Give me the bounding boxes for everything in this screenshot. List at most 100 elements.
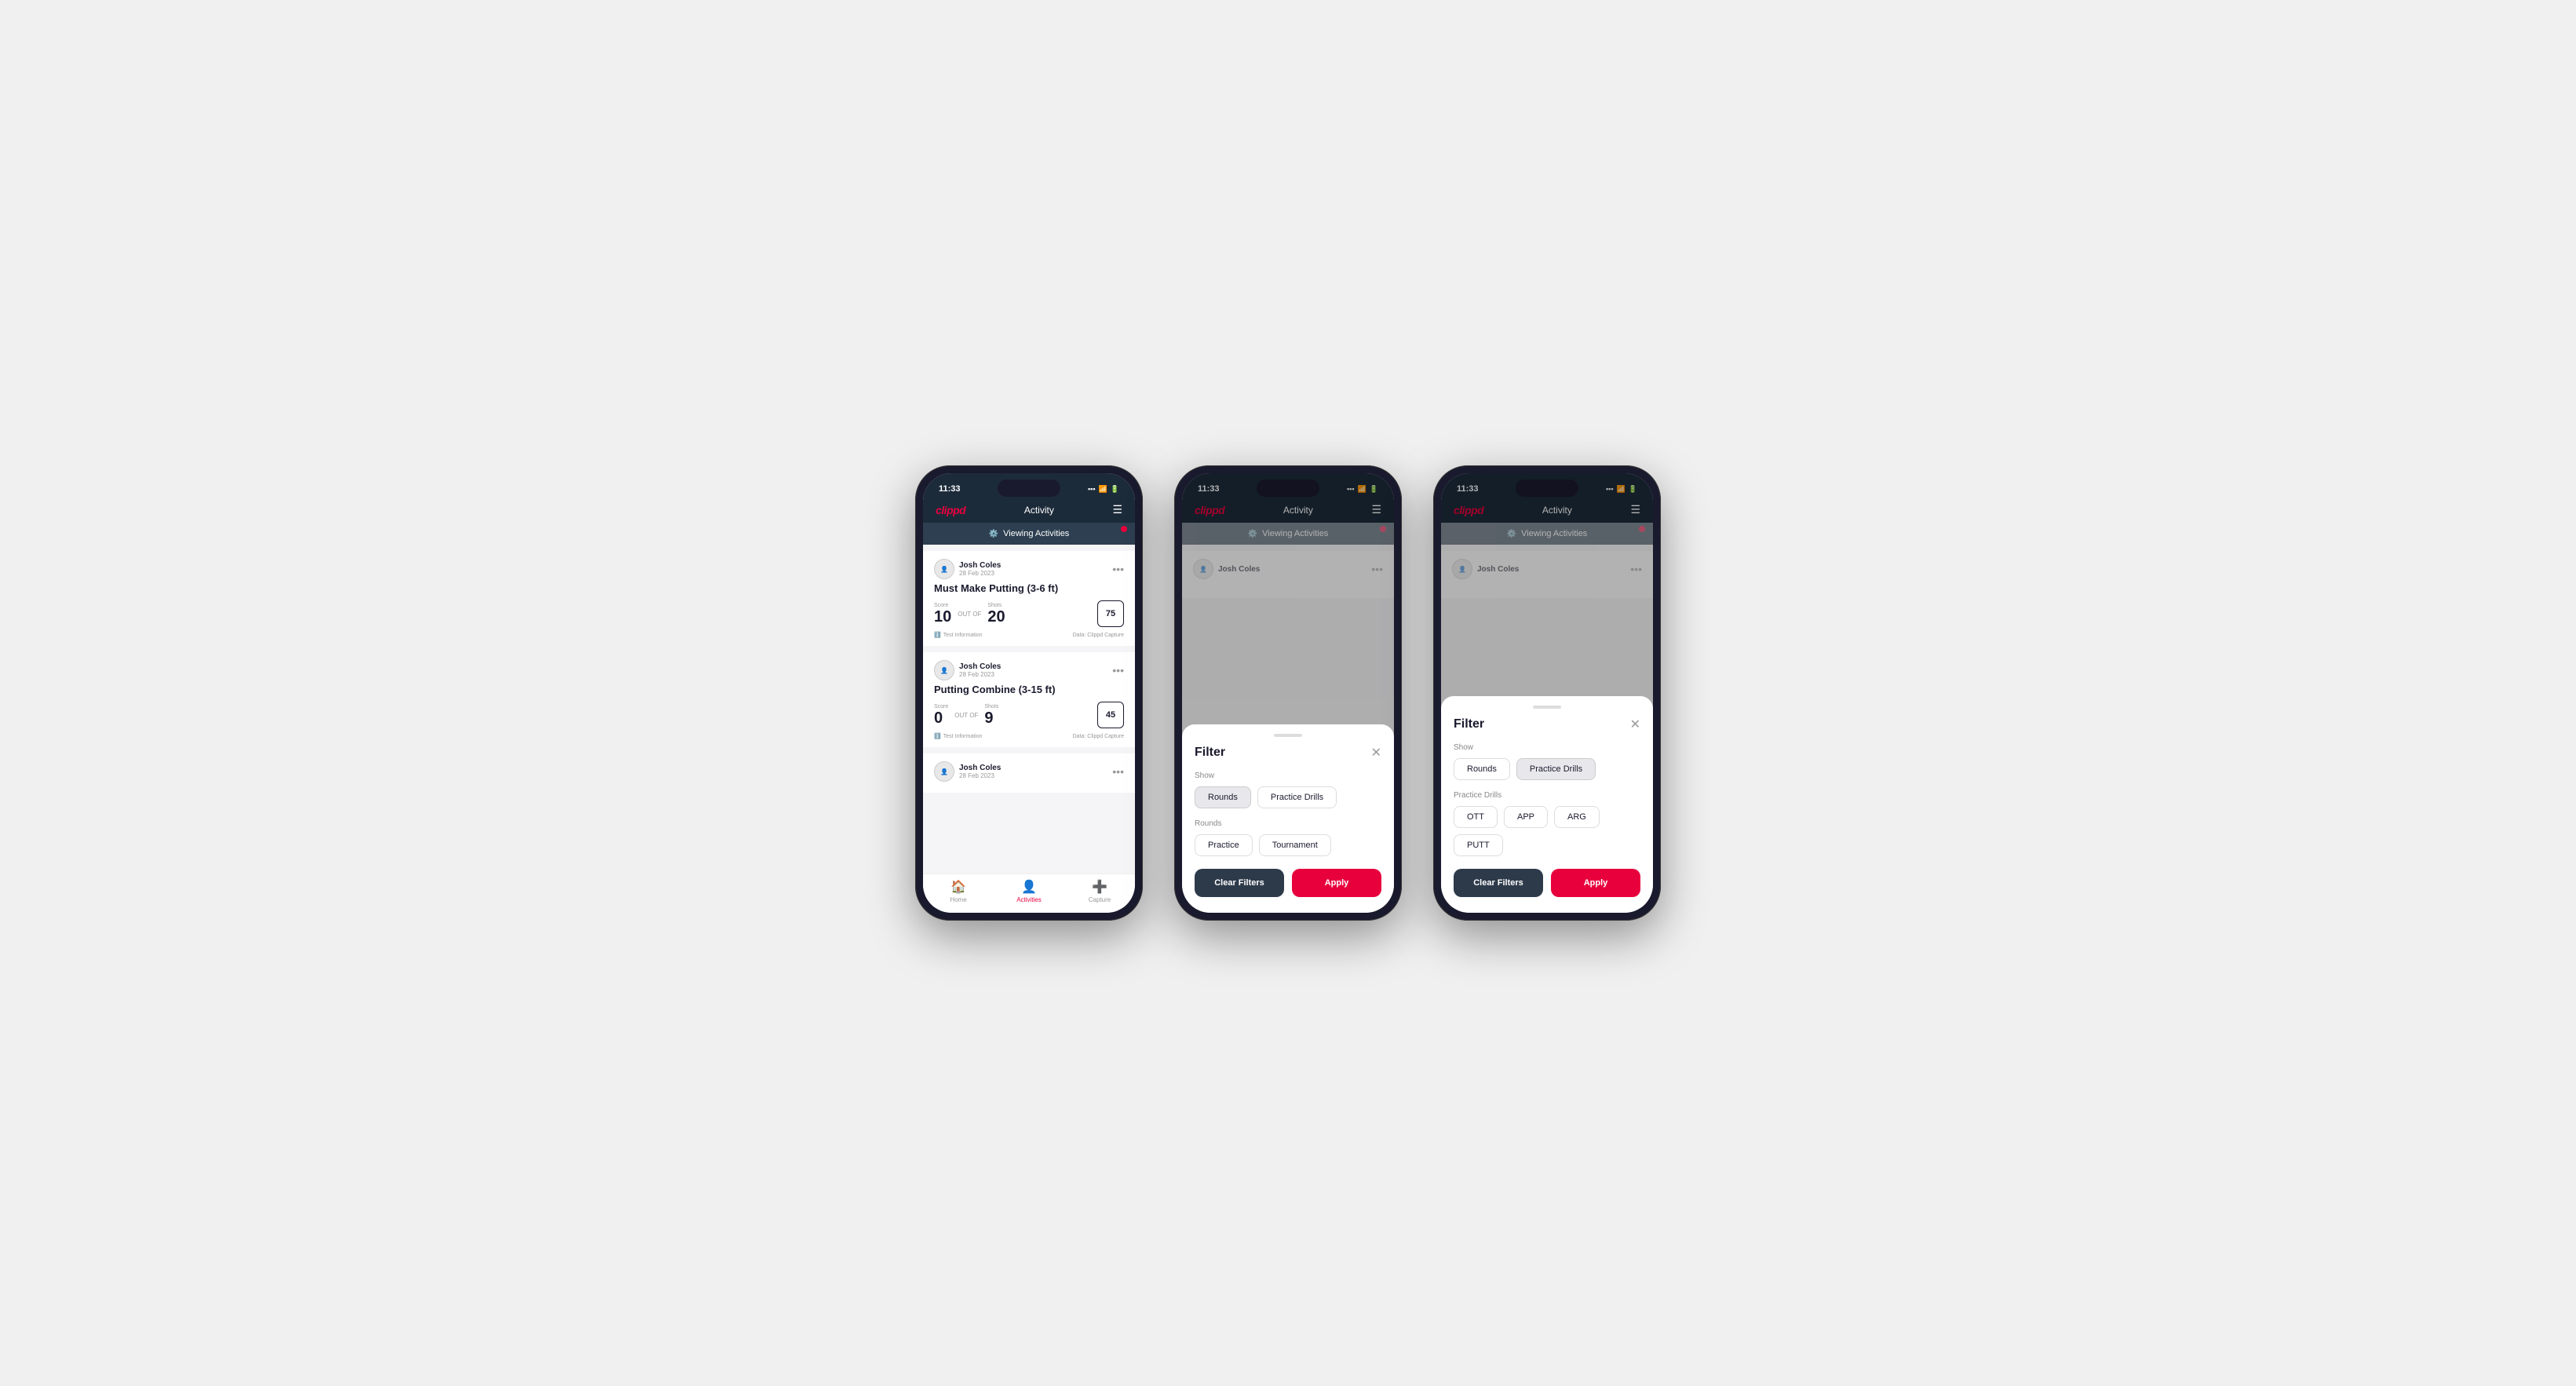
tournament-btn-2[interactable]: Tournament bbox=[1259, 834, 1331, 856]
app-btn-3[interactable]: APP bbox=[1504, 806, 1548, 828]
practice-round-btn-2[interactable]: Practice bbox=[1195, 834, 1253, 856]
nav-item-capture[interactable]: ➕ Capture bbox=[1064, 879, 1135, 903]
phone-2-screen: 11:33 ▪▪▪ 📶 🔋 clippd Activity ☰ ⚙️ Viewi… bbox=[1182, 473, 1394, 913]
user-details-1: Josh Coles 28 Feb 2023 bbox=[959, 561, 1001, 577]
modal-header-2: Filter ✕ bbox=[1195, 745, 1381, 760]
shots-label-2: Shots bbox=[984, 704, 998, 709]
avatar-inner-1: 👤 bbox=[935, 560, 954, 578]
home-label: Home bbox=[950, 896, 966, 903]
score-label-2: Score bbox=[934, 704, 948, 709]
shots-group-2: Shots 9 bbox=[984, 704, 998, 727]
show-label-3: Show bbox=[1454, 743, 1640, 752]
user-date-3: 28 Feb 2023 bbox=[959, 772, 1001, 779]
data-source-1: Data: Clippd Capture bbox=[1073, 633, 1124, 638]
show-buttons-2: Rounds Practice Drills bbox=[1195, 786, 1381, 808]
filter-icon-1: ⚙️ bbox=[989, 530, 998, 538]
rounds-btn-2[interactable]: Rounds bbox=[1195, 786, 1251, 808]
dynamic-island-1 bbox=[998, 480, 1060, 497]
user-info-3: 👤 Josh Coles 28 Feb 2023 bbox=[934, 761, 1001, 782]
capture-icon: ➕ bbox=[1092, 879, 1107, 895]
clear-filters-btn-3[interactable]: Clear Filters bbox=[1454, 869, 1543, 897]
activity-card-1: 👤 Josh Coles 28 Feb 2023 ••• Must Make P… bbox=[923, 551, 1135, 646]
ott-btn-3[interactable]: OTT bbox=[1454, 806, 1498, 828]
avatar-inner-3: 👤 bbox=[935, 762, 954, 781]
nav-bar-1: clippd Activity ☰ bbox=[923, 498, 1135, 523]
shot-quality-badge-2: 45 bbox=[1097, 702, 1124, 728]
score-value-1: 10 bbox=[934, 608, 951, 626]
user-date-1: 28 Feb 2023 bbox=[959, 570, 1001, 577]
practice-drills-btn-3[interactable]: Practice Drills bbox=[1516, 758, 1596, 780]
shot-quality-badge-1: 75 bbox=[1097, 600, 1124, 627]
user-details-2: Josh Coles 28 Feb 2023 bbox=[959, 662, 1001, 678]
arg-btn-3[interactable]: ARG bbox=[1554, 806, 1600, 828]
phone-showcase: 11:33 ▪▪▪ 📶 🔋 clippd Activity ☰ ⚙️ Viewi… bbox=[915, 465, 1661, 921]
card-header-2: 👤 Josh Coles 28 Feb 2023 ••• bbox=[934, 660, 1124, 680]
user-date-2: 28 Feb 2023 bbox=[959, 671, 1001, 678]
modal-header-3: Filter ✕ bbox=[1454, 717, 1640, 732]
out-of-1: OUT OF bbox=[958, 611, 981, 618]
menu-icon-1[interactable]: ☰ bbox=[1112, 503, 1122, 516]
data-source-2: Data: Clippd Capture bbox=[1073, 734, 1124, 739]
phone-1-screen: 11:33 ▪▪▪ 📶 🔋 clippd Activity ☰ ⚙️ Viewi… bbox=[923, 473, 1135, 913]
modal-handle-3 bbox=[1533, 706, 1561, 709]
wifi-icon-1: 📶 bbox=[1099, 485, 1107, 494]
drills-buttons-3: OTT APP ARG PUTT bbox=[1454, 806, 1640, 856]
logo-1: clippd bbox=[936, 504, 965, 516]
score-group-2: Score 0 bbox=[934, 704, 948, 727]
avatar-1: 👤 bbox=[934, 559, 954, 579]
content-1: 👤 Josh Coles 28 Feb 2023 ••• Must Make P… bbox=[923, 545, 1135, 874]
capture-label: Capture bbox=[1089, 896, 1111, 903]
test-info-2: ℹ️ Test Information bbox=[934, 733, 983, 739]
apply-btn-2[interactable]: Apply bbox=[1292, 869, 1381, 897]
nav-item-activities[interactable]: 👤 Activities bbox=[994, 879, 1064, 903]
card-footer-2: ℹ️ Test Information Data: Clippd Capture bbox=[934, 733, 1124, 739]
practice-drills-btn-2[interactable]: Practice Drills bbox=[1257, 786, 1337, 808]
shots-value-2: 9 bbox=[984, 709, 993, 727]
activity-title-2: Putting Combine (3-15 ft) bbox=[934, 684, 1124, 695]
user-name-2: Josh Coles bbox=[959, 662, 1001, 671]
nav-title-1: Activity bbox=[1024, 505, 1054, 516]
shot-quality-value-1: 75 bbox=[1106, 609, 1115, 618]
apply-btn-3[interactable]: Apply bbox=[1551, 869, 1640, 897]
test-info-1: ℹ️ Test Information bbox=[934, 632, 983, 638]
viewing-bar-text-1: Viewing Activities bbox=[1003, 529, 1069, 538]
info-icon-1: ℹ️ bbox=[934, 632, 941, 638]
user-details-3: Josh Coles 28 Feb 2023 bbox=[959, 764, 1001, 779]
rounds-btn-3[interactable]: Rounds bbox=[1454, 758, 1510, 780]
more-dots-3[interactable]: ••• bbox=[1112, 766, 1124, 777]
more-dots-1[interactable]: ••• bbox=[1112, 564, 1124, 574]
activity-card-3: 👤 Josh Coles 28 Feb 2023 ••• bbox=[923, 753, 1135, 793]
activities-label: Activities bbox=[1016, 896, 1042, 903]
battery-icon-1: 🔋 bbox=[1111, 485, 1119, 494]
close-icon-2[interactable]: ✕ bbox=[1371, 745, 1381, 760]
clear-filters-btn-2[interactable]: Clear Filters bbox=[1195, 869, 1284, 897]
score-group-1: Score 10 bbox=[934, 603, 951, 626]
phone-3: 11:33 ▪▪▪ 📶 🔋 clippd Activity ☰ ⚙️ Viewi… bbox=[1433, 465, 1661, 921]
avatar-3: 👤 bbox=[934, 761, 954, 782]
activity-title-1: Must Make Putting (3-6 ft) bbox=[934, 582, 1124, 594]
viewing-bar-1[interactable]: ⚙️ Viewing Activities bbox=[923, 523, 1135, 545]
modal-handle-2 bbox=[1274, 734, 1302, 737]
phone-2: 11:33 ▪▪▪ 📶 🔋 clippd Activity ☰ ⚙️ Viewi… bbox=[1174, 465, 1402, 921]
rounds-label-2: Rounds bbox=[1195, 819, 1381, 828]
stats-row-2: Score 0 OUT OF Shots 9 45 bbox=[934, 702, 1124, 728]
card-footer-1: ℹ️ Test Information Data: Clippd Capture bbox=[934, 632, 1124, 638]
nav-item-home[interactable]: 🏠 Home bbox=[923, 879, 994, 903]
modal-title-3: Filter bbox=[1454, 717, 1484, 731]
signal-icon-1: ▪▪▪ bbox=[1088, 485, 1096, 493]
notification-dot-1 bbox=[1121, 526, 1127, 532]
show-label-2: Show bbox=[1195, 771, 1381, 780]
user-name-3: Josh Coles bbox=[959, 764, 1001, 772]
drills-label-3: Practice Drills bbox=[1454, 791, 1640, 800]
shots-label-1: Shots bbox=[987, 603, 1005, 608]
home-icon: 🏠 bbox=[950, 879, 966, 895]
putt-btn-3[interactable]: PUTT bbox=[1454, 834, 1503, 856]
phone-3-screen: 11:33 ▪▪▪ 📶 🔋 clippd Activity ☰ ⚙️ Viewi… bbox=[1441, 473, 1653, 913]
status-time-1: 11:33 bbox=[939, 484, 961, 494]
out-of-2: OUT OF bbox=[954, 712, 978, 719]
more-dots-2[interactable]: ••• bbox=[1112, 665, 1124, 676]
user-info-2: 👤 Josh Coles 28 Feb 2023 bbox=[934, 660, 1001, 680]
close-icon-3[interactable]: ✕ bbox=[1630, 717, 1640, 732]
filter-modal-3: Filter ✕ Show Rounds Practice Drills Pra… bbox=[1441, 696, 1653, 913]
status-icons-1: ▪▪▪ 📶 🔋 bbox=[1088, 485, 1119, 494]
